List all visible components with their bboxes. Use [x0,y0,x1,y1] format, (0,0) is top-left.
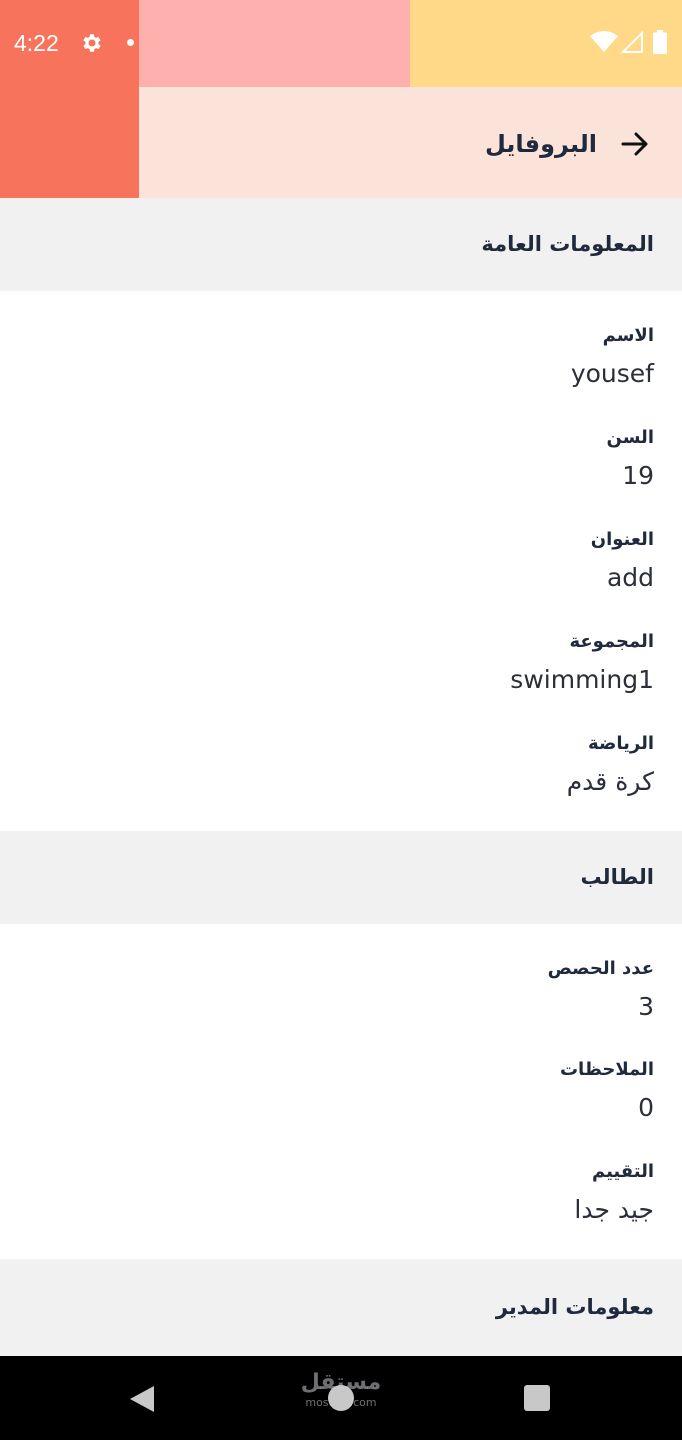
field-label-name: الاسم [602,325,654,346]
watermark-latin: mostaql.com [305,1396,377,1409]
field-label-notes: الملاحظات [559,1059,654,1080]
wifi-icon [590,31,618,52]
battery-icon [653,30,667,54]
nav-back-icon[interactable] [128,1384,156,1414]
field-value-age: 19 [622,461,654,490]
section-title-manager: معلومات المدير [495,1295,654,1319]
field-value-rating: جيد جدا [574,1195,654,1224]
notification-dot-icon [127,39,134,46]
gear-icon [83,34,101,52]
section-header-manager: معلومات المدير [0,1259,682,1356]
field-value-address: add [606,563,654,592]
field-label-rating: التقييم [591,1161,654,1182]
field-value-group: swimming1 [510,665,654,694]
section-title-general: المعلومات العامة [481,232,654,256]
field-value-sessions: 3 [638,992,654,1021]
section-title-student: الطالب [580,865,654,889]
section-header-student: الطالب [0,831,682,924]
status-time: 4:22 [14,30,59,56]
section-header-general: المعلومات العامة [0,198,682,291]
field-value-notes: 0 [638,1093,654,1122]
field-label-sport: الرياضة [588,733,654,754]
field-label-age: السن [606,427,654,448]
signal-icon [621,31,643,53]
field-label-sessions: عدد الحصص [547,958,654,979]
field-value-sport: كرة قدم [566,767,654,796]
app-bar [139,87,682,198]
watermark-arabic: مستقل [300,1370,382,1395]
page-title: البروفايل [484,130,597,158]
arrow-right-icon[interactable] [620,129,650,159]
watermark-logo: مستقل mostaql.com [296,1370,386,1414]
field-label-group: المجموعة [569,631,654,652]
nav-recent-apps-icon[interactable] [524,1385,550,1411]
field-value-name: yousef [570,359,654,388]
decor-pink-block [139,0,410,87]
field-label-address: العنوان [590,529,654,550]
